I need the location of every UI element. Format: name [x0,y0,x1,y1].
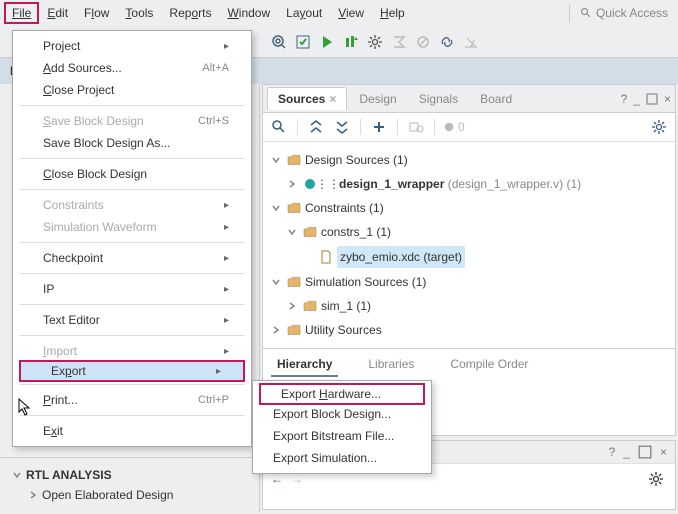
toolbar-link-icon[interactable] [436,31,458,53]
file-menu-dropdown: Project▸ Add Sources...Alt+A Close Proje… [12,30,252,447]
menu-tools[interactable]: Tools [117,2,161,24]
menu-project[interactable]: Project▸ [13,35,251,57]
add-icon[interactable] [369,117,389,137]
close-panel-icon[interactable]: × [664,92,671,106]
expand-all-icon[interactable] [332,117,352,137]
menu-flow[interactable]: Flow [76,2,117,24]
menu-import: Import▸ [13,340,251,362]
menu-export-block-design[interactable]: Export Block Design... [253,403,431,425]
toolbar-cancel-icon[interactable] [412,31,434,53]
maximize-icon[interactable] [646,93,658,105]
menu-window[interactable]: Window [219,2,278,24]
menu-close-block-design[interactable]: Close Block Design [13,163,251,185]
menu-exit[interactable]: Exit [13,420,251,442]
menu-layout[interactable]: Layout [278,2,330,24]
folder-icon [287,153,301,167]
tree-constraints[interactable]: Constraints (1) [271,196,667,220]
menu-save-block-design-as[interactable]: Save Block Design As... [13,132,251,154]
menu-export-hardware[interactable]: Export Hardware... [259,383,425,405]
chevron-right-icon [28,490,38,500]
cursor-icon [18,398,32,416]
menu-sim-waveform: Simulation Waveform▸ [13,216,251,238]
tree-design-sources[interactable]: Design Sources (1) [271,148,667,172]
file-icon [319,250,333,264]
filter-search-icon[interactable] [269,117,289,137]
folder-icon [287,275,301,289]
collapse-all-icon[interactable] [306,117,326,137]
gear-icon[interactable] [649,117,669,137]
chevron-down-icon[interactable] [287,227,299,237]
menu-view[interactable]: View [330,2,372,24]
folder-icon [303,299,317,313]
messages-icon[interactable]: 0 [443,117,465,137]
minimize-icon[interactable]: _ [623,445,630,459]
module-icon [303,177,317,191]
tree-sim-1[interactable]: sim_1 (1) [271,294,667,318]
btab-hierarchy[interactable]: Hierarchy [271,353,338,377]
rtl-analysis-header[interactable]: RTL ANALYSIS [12,468,247,482]
tree-constrs-1[interactable]: constrs_1 (1) [271,220,667,244]
help-icon[interactable]: ? [609,445,616,459]
quick-access-field[interactable]: Quick Access [569,4,674,22]
tab-sources[interactable]: Sources× [267,87,347,110]
export-submenu: Export Hardware... Export Block Design..… [252,380,432,474]
btab-libraries[interactable]: Libraries [362,353,420,377]
tree-sim-sources[interactable]: Simulation Sources (1) [271,270,667,294]
menu-text-editor[interactable]: Text Editor▸ [13,309,251,331]
toolbar-generate-icon[interactable] [340,31,362,53]
help-icon[interactable]: ? [621,92,628,106]
menu-edit[interactable]: Edit [39,2,76,24]
toolbar-run-icon[interactable] [316,31,338,53]
quick-access-placeholder: Quick Access [596,6,668,20]
toolbar-sigma-icon[interactable] [388,31,410,53]
folder-icon [287,201,301,215]
folder-icon [303,225,317,239]
menu-export-bitstream[interactable]: Export Bitstream File... [253,425,431,447]
minimize-icon[interactable]: _ [633,92,640,106]
sources-tree: Design Sources (1) ⋮⋮ design_1_wrapper (… [263,142,675,348]
menu-close-project[interactable]: Close Project [13,79,251,101]
tab-board[interactable]: Board [470,88,522,110]
open-elaborated-design[interactable]: Open Elaborated Design [12,488,247,502]
menu-add-sources[interactable]: Add Sources...Alt+A [13,57,251,79]
toolbar-settings-icon[interactable] [364,31,386,53]
menu-help[interactable]: Help [372,2,413,24]
show-count-icon[interactable] [406,117,426,137]
maximize-icon[interactable] [638,445,652,459]
menu-save-block-design: Save Block DesignCtrl+S [13,110,251,132]
tab-signals[interactable]: Signals [409,88,468,110]
tree-wrapper[interactable]: ⋮⋮ design_1_wrapper (design_1_wrapper.v)… [271,172,667,196]
tab-design[interactable]: Design [349,88,406,110]
menu-print[interactable]: Print...Ctrl+P [13,389,251,411]
menu-constraints: Constraints▸ [13,194,251,216]
chevron-down-icon [12,470,22,480]
forward-arrow-icon[interactable]: → [291,472,303,486]
top-icon: ⋮⋮ [321,177,335,191]
btab-compile-order[interactable]: Compile Order [444,353,534,377]
back-arrow-icon[interactable]: ← [271,472,283,486]
chevron-right-icon[interactable] [287,301,299,311]
menu-export[interactable]: Export▸ [19,360,245,382]
close-icon[interactable]: × [660,445,667,459]
chevron-right-icon[interactable] [271,325,283,335]
chevron-down-icon[interactable] [271,155,283,165]
toolbar-validate-icon[interactable] [292,31,314,53]
toolbar-dashboard-icon[interactable] [460,31,482,53]
chevron-down-icon[interactable] [271,277,283,287]
toolbar-search-icon[interactable] [268,31,290,53]
tree-xdc-file[interactable]: zybo_emio.xdc (target) [271,244,667,270]
gear-icon[interactable] [645,468,667,490]
menu-export-simulation[interactable]: Export Simulation... [253,447,431,469]
close-icon[interactable]: × [329,92,336,106]
folder-icon [287,323,301,337]
tree-utility-sources[interactable]: Utility Sources [271,318,667,342]
menu-file[interactable]: File [4,2,39,24]
menu-reports[interactable]: Reports [161,2,219,24]
menu-checkpoint[interactable]: Checkpoint▸ [13,247,251,269]
chevron-down-icon[interactable] [271,203,283,213]
chevron-right-icon[interactable] [287,179,299,189]
search-icon [580,7,592,19]
menu-ip[interactable]: IP▸ [13,278,251,300]
